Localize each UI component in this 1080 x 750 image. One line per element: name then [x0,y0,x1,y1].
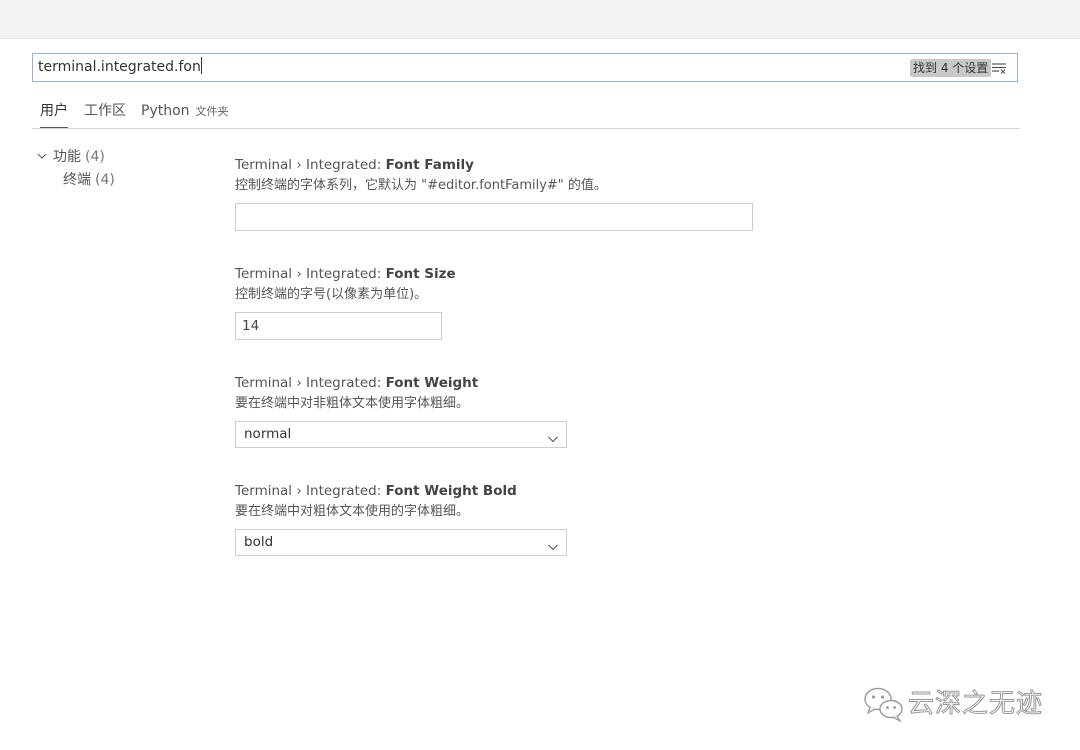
setting-name: Font Weight [385,375,479,391]
tab-python-label: Python [141,103,190,119]
setting-title: Terminal › Integrated: Font Weight Bold [235,481,567,501]
setting-description: 要在终端中对非粗体文本使用字体粗细。 [235,396,470,411]
setting-description: 控制终端的字号(以像素为单位)。 [235,287,428,302]
setting-font-family: Terminal › Integrated: Font Family 控制终端的… [235,155,753,231]
setting-name: Font Family [385,157,474,173]
toc-item-features[interactable]: 功能 (4) [36,146,216,169]
setting-name: Font Size [385,266,456,282]
tab-user[interactable]: 用户 [40,96,68,128]
search-result-count-badge: 找到 4 个设置 [910,59,992,77]
toc-item-terminal-label: 终端 [63,172,91,188]
tab-user-label: 用户 [40,103,68,119]
clear-filter-icon[interactable] [991,60,1007,76]
text-caret [200,57,202,74]
font-weight-select[interactable]: normal [235,421,567,448]
settings-search-box[interactable]: terminal.integrated.fon 找到 4 个设置 [32,53,1018,82]
setting-title: Terminal › Integrated: Font Family [235,155,753,175]
settings-toc: 功能 (4) 终端 (4) [36,146,216,192]
setting-font-weight-bold: Terminal › Integrated: Font Weight Bold … [235,481,567,556]
font-weight-bold-value: bold [244,534,274,550]
setting-title: Terminal › Integrated: Font Weight [235,373,567,393]
font-weight-value: normal [244,426,292,442]
toc-item-features-label: 功能 [53,149,81,165]
toc-item-features-count: (4) [85,149,105,165]
tab-workspace[interactable]: 工作区 [84,96,126,127]
wechat-logo-icon [862,684,906,724]
toc-item-terminal[interactable]: 终端 (4) [36,169,216,192]
setting-description: 要在终端中对粗体文本使用的字体粗细。 [235,504,470,519]
setting-category: Terminal › Integrated: [235,483,386,499]
tab-python-sub-label: 文件夹 [195,105,229,118]
toc-item-terminal-count: (4) [95,172,115,188]
chevron-down-icon [547,429,559,443]
tab-workspace-label: 工作区 [84,103,126,119]
setting-description: 控制终端的字体系列，它默认为 "#editor.fontFamily#" 的值。 [235,178,607,193]
setting-category: Terminal › Integrated: [235,157,386,173]
setting-font-weight: Terminal › Integrated: Font Weight 要在终端中… [235,373,567,448]
setting-category: Terminal › Integrated: [235,375,386,391]
chevron-down-icon [36,147,48,159]
setting-category: Terminal › Integrated: [235,266,386,282]
font-weight-bold-select[interactable]: bold [235,529,567,556]
setting-font-size: Terminal › Integrated: Font Size 控制终端的字号… [235,264,456,340]
setting-title: Terminal › Integrated: Font Size [235,264,456,284]
chevron-down-icon [547,537,559,551]
watermark-text: 云深之无迹 [907,689,1044,720]
font-family-input[interactable] [235,203,753,231]
settings-search-input[interactable]: terminal.integrated.fon [38,54,202,81]
font-size-input[interactable]: 14 [235,312,442,340]
tab-python-folder[interactable]: Python 文件夹 [141,96,229,127]
window-top-bar [0,0,1080,39]
setting-name: Font Weight Bold [385,483,517,499]
settings-scope-tabs: 用户 工作区 Python 文件夹 [32,96,1020,129]
